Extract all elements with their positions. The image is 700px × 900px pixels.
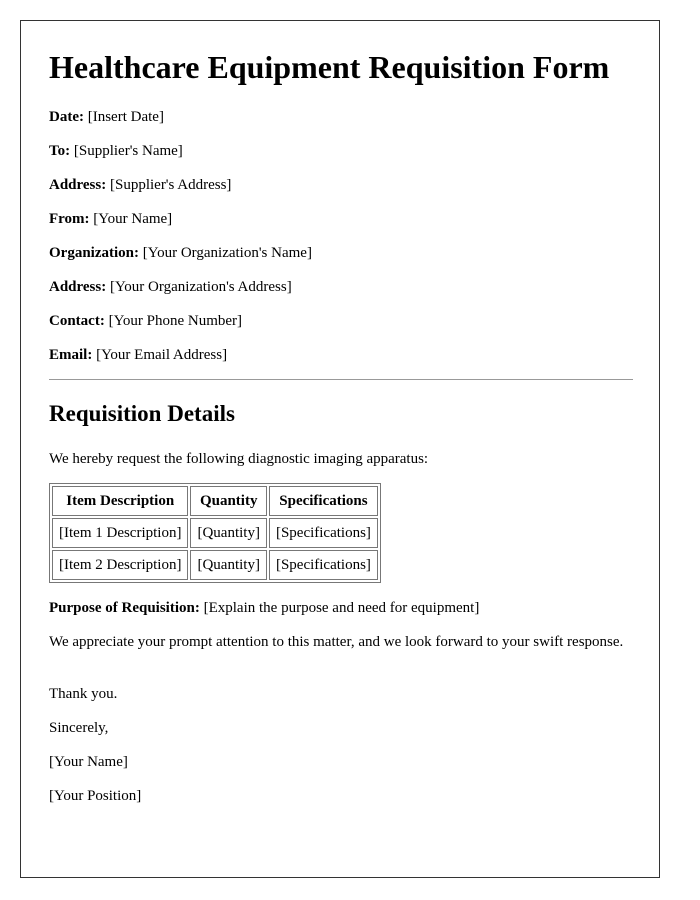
field-email: Email: [Your Email Address] <box>49 346 227 364</box>
field-value: [Your Organization's Address] <box>109 279 292 295</box>
signer-position: [Your Position] <box>49 788 142 804</box>
table-row: [Item 1 Description] [Quantity] [Specifi… <box>52 518 378 548</box>
field-label: Address: <box>49 177 107 193</box>
field-supplier-address: Address: [Supplier's Address] <box>49 176 231 194</box>
field-value: [Your Phone Number] <box>108 313 243 329</box>
section-divider <box>49 379 633 380</box>
field-label: Contact: <box>49 313 105 329</box>
field-label: Email: <box>49 347 93 363</box>
field-to: To: [Supplier's Name] <box>49 142 183 160</box>
field-contact: Contact: [Your Phone Number] <box>49 312 242 330</box>
table-cell: [Item 1 Description] <box>52 518 189 548</box>
field-value: [Supplier's Name] <box>73 143 183 159</box>
purpose-of-requisition: Purpose of Requisition: [Explain the pur… <box>49 599 479 617</box>
thanks-text: Thank you. <box>49 686 118 702</box>
signer-name: [Your Name] <box>49 754 128 770</box>
intro-text: We hereby request the following diagnost… <box>49 451 429 467</box>
field-date: Date: [Insert Date] <box>49 108 164 126</box>
table-cell: [Quantity] <box>190 550 267 580</box>
table-row: [Item 2 Description] [Quantity] [Specifi… <box>52 550 378 580</box>
column-header: Specifications <box>268 486 378 516</box>
document-page: Healthcare Equipment Requisition Form Da… <box>20 20 660 878</box>
field-organization: Organization: [Your Organization's Name] <box>49 244 312 262</box>
table-cell: [Item 2 Description] <box>52 550 189 580</box>
section-heading: Requisition Details <box>49 401 235 426</box>
table-cell: [Specifications] <box>268 550 378 580</box>
field-label: Organization: <box>49 245 139 261</box>
field-label: From: <box>49 211 90 227</box>
field-organization-address: Address: [Your Organization's Address] <box>49 278 292 296</box>
field-value: [Explain the purpose and need for equipm… <box>203 600 480 616</box>
page-title: Healthcare Equipment Requisition Form <box>49 49 610 85</box>
field-label: Address: <box>49 279 107 295</box>
column-header: Item Description <box>52 486 189 516</box>
table-cell: [Quantity] <box>190 518 267 548</box>
field-value: [Insert Date] <box>87 109 164 125</box>
field-value: [Supplier's Address] <box>109 177 232 193</box>
appreciation-text: We appreciate your prompt attention to t… <box>49 634 624 650</box>
field-from: From: [Your Name] <box>49 210 172 228</box>
field-label: To: <box>49 143 71 159</box>
field-value: [Your Email Address] <box>96 347 228 363</box>
table-cell: [Specifications] <box>268 518 378 548</box>
items-table: Item Description Quantity Specifications… <box>49 483 381 583</box>
field-label: Purpose of Requisition: <box>49 600 200 616</box>
field-label: Date: <box>49 109 84 125</box>
field-value: [Your Organization's Name] <box>142 245 312 261</box>
signoff-text: Sincerely, <box>49 720 109 736</box>
column-header: Quantity <box>190 486 267 516</box>
field-value: [Your Name] <box>93 211 173 227</box>
table-header-row: Item Description Quantity Specifications <box>52 486 378 516</box>
